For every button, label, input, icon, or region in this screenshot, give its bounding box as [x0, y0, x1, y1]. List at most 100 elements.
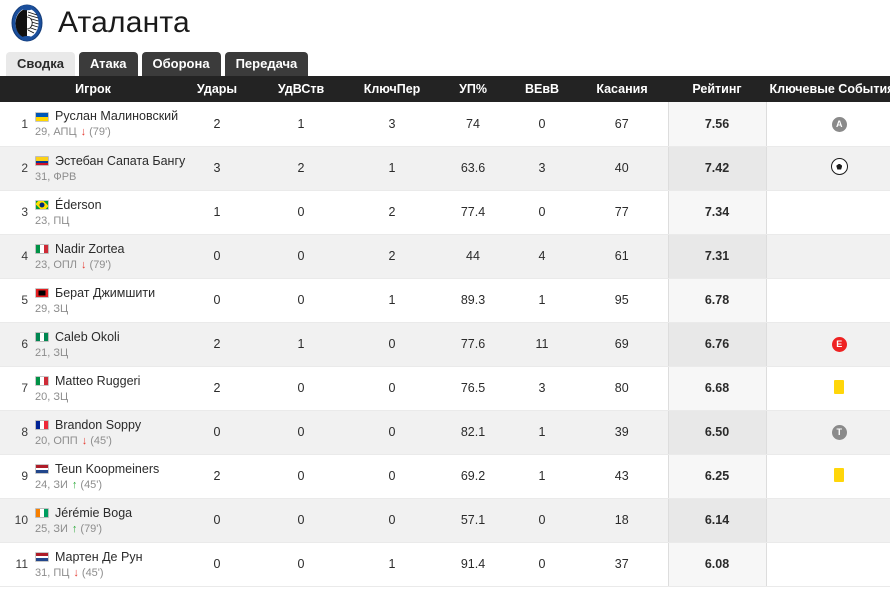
flag-icon-it	[35, 244, 49, 254]
column-header-pass-accuracy[interactable]: УП%	[438, 76, 508, 102]
tab-passing[interactable]: Передача	[224, 52, 309, 76]
flag-icon-ua	[35, 111, 49, 122]
table-row[interactable]: 3 Éderson 23, ПЦ 1 0 2 77.4 0 77 7.34	[0, 190, 890, 235]
table-row[interactable]: 7 Matteo Ruggeri 20, ЗЦ 2 0 0 76.5 3 80 …	[0, 366, 890, 411]
key-events-cell	[765, 498, 890, 543]
sub-off-icon: ↓	[81, 258, 87, 271]
table-row[interactable]: 1 Руслан Малиновский 29, АПЦ ↓ (79') 2 1 3…	[0, 102, 890, 147]
stat-shots-on-target: 0	[256, 542, 346, 587]
player-meta: 25, ЗИ ↑ (79')	[35, 523, 132, 535]
stat-pass-accuracy: 89.3	[438, 278, 508, 323]
stat-aerials-won: 1	[508, 278, 576, 323]
player-rank: 1	[21, 116, 28, 131]
stat-shots: 0	[178, 542, 256, 587]
stat-touches: 61	[576, 234, 668, 279]
stat-pass-accuracy: 74	[438, 102, 508, 147]
player-rank: 11	[15, 557, 28, 571]
stat-shots-on-target: 1	[256, 322, 346, 367]
player-name[interactable]: Éderson	[55, 198, 102, 213]
stat-aerials-won: 0	[508, 542, 576, 587]
stat-rating: 6.08	[667, 542, 767, 587]
flag-icon-br	[35, 200, 49, 210]
yellow-card-icon	[834, 379, 845, 394]
stat-aerials-won: 0	[508, 190, 576, 235]
stat-touches: 95	[576, 278, 668, 323]
player-name[interactable]: Teun Koopmeiners	[55, 462, 159, 477]
stat-shots-on-target: 1	[256, 102, 346, 147]
stat-rating: 6.25	[667, 454, 767, 499]
tab-summary[interactable]: Сводка	[6, 52, 75, 76]
key-events-cell	[765, 234, 890, 279]
player-name[interactable]: Мартен Де Рун	[55, 550, 142, 565]
column-header-player[interactable]: Игрок	[0, 76, 178, 102]
player-cell: 4 Nadir Zortea 23, ОПЛ ↓ (79')	[0, 234, 178, 279]
player-name[interactable]: Jérémie Boga	[55, 506, 132, 521]
table-row[interactable]: 4 Nadir Zortea 23, ОПЛ ↓ (79') 0 0 2 44 4 …	[0, 234, 890, 279]
goal-icon	[830, 158, 848, 175]
sub-minute: (45')	[90, 434, 112, 447]
column-header-key-passes[interactable]: КлючПер	[346, 76, 438, 102]
column-header-shots-on-target[interactable]: УдВСтв	[256, 76, 346, 102]
stat-rating: 6.50	[667, 410, 767, 455]
stat-aerials-won: 11	[508, 322, 576, 367]
stat-shots: 2	[178, 102, 256, 147]
key-events-cell	[765, 454, 890, 499]
sub-minute: (79')	[89, 258, 112, 271]
player-name[interactable]: Brandon Soppy	[55, 418, 141, 433]
stat-key-passes: 1	[346, 146, 438, 191]
stat-rating: 6.76	[667, 322, 767, 367]
player-name[interactable]: Эстебан Сапата Бангу	[55, 154, 185, 169]
tab-defence[interactable]: Оборона	[141, 52, 221, 76]
player-rank: 6	[21, 337, 28, 351]
column-header-key-events[interactable]: Ключевые События	[766, 76, 890, 102]
sub-on-icon: ↑	[71, 478, 78, 491]
stat-shots: 0	[178, 278, 256, 323]
stat-shots: 2	[178, 366, 256, 411]
column-header-aerials-won[interactable]: ВЕвВ	[508, 76, 576, 102]
table-row[interactable]: 2 Эстебан Сапата Бангу 31, ФРВ 3 2 1 63.…	[0, 146, 890, 191]
player-name[interactable]: Nadir Zortea	[55, 242, 124, 257]
sub-on-icon: ↑	[71, 522, 78, 535]
player-name[interactable]: Берат Джимшити	[55, 286, 155, 301]
player-meta: 29, ЗЦ	[35, 303, 155, 315]
player-meta: 31, ФРВ	[35, 171, 185, 183]
table-body: 1 Руслан Малиновский 29, АПЦ ↓ (79') 2 1 3…	[0, 102, 890, 587]
column-header-shots[interactable]: Удары	[178, 76, 256, 102]
column-header-touches[interactable]: Касания	[576, 76, 668, 102]
player-age-position: 31, ПЦ	[35, 566, 70, 579]
table-row[interactable]: 5 Берат Джимшити 29, ЗЦ 0 0 1 89.3 1 95 …	[0, 278, 890, 323]
stat-pass-accuracy: 69.2	[438, 454, 508, 499]
player-stats-table: Игрок Удары УдВСтв КлючПер УП% ВЕвВ Каса…	[0, 76, 890, 587]
player-rank: 10	[14, 513, 28, 527]
player-name[interactable]: Руслан Малиновский	[55, 109, 178, 124]
table-row[interactable]: 11 Мартен Де Рун 31, ПЦ ↓ (45') 0 0 1 91.4…	[0, 542, 890, 587]
stat-aerials-won: 0	[508, 102, 576, 147]
column-header-rating[interactable]: Рейтинг	[668, 76, 766, 102]
player-rank: 9	[21, 469, 28, 483]
tab-attack[interactable]: Атака	[78, 52, 138, 76]
player-cell: 3 Éderson 23, ПЦ	[0, 190, 178, 235]
key-events-cell	[765, 146, 890, 191]
stat-shots: 2	[178, 322, 256, 367]
stat-shots-on-target: 2	[256, 146, 346, 191]
player-name[interactable]: Caleb Okoli	[55, 330, 120, 345]
stat-touches: 18	[576, 498, 668, 543]
atalanta-logo-icon	[10, 4, 44, 42]
flag-icon-ci	[35, 508, 49, 518]
stat-key-passes: 0	[346, 498, 438, 543]
table-row[interactable]: 8 Brandon Soppy 20, ОПП ↓ (45') 0 0 0 82.1…	[0, 410, 890, 455]
stat-key-passes: 2	[346, 190, 438, 235]
key-events-cell: T	[765, 410, 890, 455]
stat-key-passes: 1	[346, 278, 438, 323]
stat-shots-on-target: 0	[256, 190, 346, 235]
stat-key-passes: 0	[346, 322, 438, 367]
table-row[interactable]: 9 Teun Koopmeiners 24, ЗИ ↑ (45') 2 0 0 69…	[0, 454, 890, 499]
player-meta: 23, ПЦ	[35, 215, 102, 227]
stat-touches: 39	[576, 410, 668, 455]
table-row[interactable]: 6 Caleb Okoli 21, ЗЦ 2 1 0 77.6 11 69 6.…	[0, 322, 890, 367]
stat-shots-on-target: 0	[256, 454, 346, 499]
player-name[interactable]: Matteo Ruggeri	[55, 374, 140, 389]
stat-aerials-won: 1	[508, 410, 576, 455]
table-row[interactable]: 10 Jérémie Boga 25, ЗИ ↑ (79') 0 0 0 57.1 …	[0, 498, 890, 543]
sub-off-icon: ↓	[73, 566, 79, 579]
